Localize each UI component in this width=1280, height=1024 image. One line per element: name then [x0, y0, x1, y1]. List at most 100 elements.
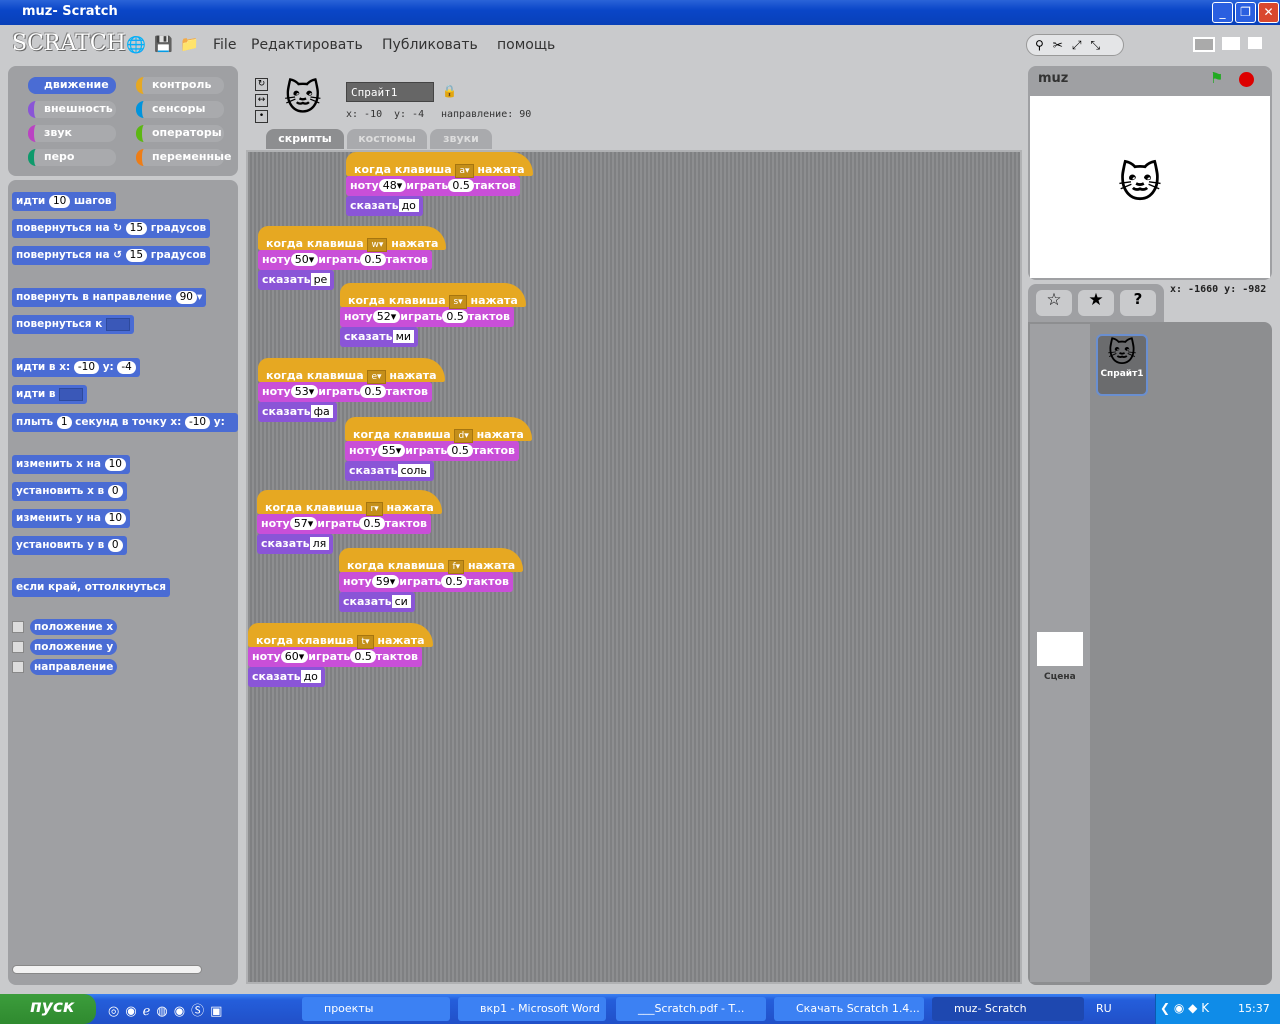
block-goto[interactable]: идти в — [12, 385, 88, 404]
quick-launch-icons[interactable]: ◎◉ℯ◍◉Ⓢ▣ — [108, 1000, 228, 1019]
scripts-area[interactable]: когда клавиша a▾ нажата ноту 48▾ играть … — [246, 150, 1022, 984]
play-note-block[interactable]: ноту 50▾ играть 0.5 тактов — [258, 250, 432, 270]
cat-sprite[interactable]: 🐱 — [1118, 158, 1162, 207]
beats-input[interactable]: 0.5 — [447, 444, 473, 457]
when-key-pressed-block[interactable]: когда клавиша d▾ нажата — [345, 417, 532, 443]
note-input[interactable]: 60▾ — [280, 650, 309, 663]
maximize-button[interactable]: ❐ — [1235, 2, 1256, 23]
checkbox-x-position[interactable] — [12, 621, 24, 633]
say-block[interactable]: сказать си — [339, 592, 415, 612]
save-icon[interactable]: 💾 — [154, 35, 173, 53]
note-input[interactable]: 59▾ — [371, 575, 400, 588]
language-indicator[interactable]: RU — [1096, 1002, 1112, 1015]
block-goto-xy[interactable]: идти в x: -10 y: -4 — [12, 358, 140, 377]
task-projects[interactable]: проекты — [302, 997, 450, 1021]
beats-input[interactable]: 0.5 — [360, 253, 386, 266]
beats-input[interactable]: 0.5 — [350, 650, 376, 663]
note-input[interactable]: 57▾ — [289, 517, 318, 530]
flip-style-icon[interactable]: ↔ — [255, 94, 268, 107]
lock-icon[interactable]: 🔒 — [442, 84, 457, 98]
block-change-y[interactable]: изменить y на 10 — [12, 509, 131, 528]
say-block[interactable]: сказать соль — [345, 461, 434, 481]
presentation-mode-icon[interactable] — [1248, 37, 1262, 49]
category-7[interactable]: переменные — [136, 149, 231, 166]
when-key-pressed-block[interactable]: когда клавиша r▾ нажата — [257, 490, 442, 516]
block-set-x[interactable]: установить x в 0 — [12, 482, 127, 501]
category-0[interactable]: движение — [28, 77, 116, 94]
note-input[interactable]: 53▾ — [290, 385, 319, 398]
menu-edit[interactable]: Редактировать — [251, 37, 363, 53]
say-block[interactable]: сказать ре — [258, 270, 335, 290]
block-set-y[interactable]: установить y в 0 — [12, 536, 127, 555]
sprite-thumb-sprite1[interactable]: 🐱 Спрайт1 — [1096, 334, 1148, 396]
task-chrome[interactable]: Скачать Scratch 1.4... — [774, 997, 924, 1021]
script-key-w[interactable]: когда клавиша w▾ нажата ноту 50▾ играть … — [258, 226, 447, 290]
tab-scripts[interactable]: скрипты — [266, 129, 344, 149]
script-key-e[interactable]: когда клавиша e▾ нажата ноту 53▾ играть … — [258, 358, 445, 422]
script-key-d[interactable]: когда клавиша d▾ нажата ноту 55▾ играть … — [345, 417, 532, 481]
globe-icon[interactable]: 🌐 — [126, 35, 146, 54]
no-rotate-icon[interactable]: • — [255, 110, 268, 123]
say-input[interactable]: до — [300, 670, 321, 683]
stage[interactable]: 🐱 — [1030, 96, 1270, 278]
reporter-direction[interactable]: направление — [30, 659, 118, 675]
paint-new-sprite-icon[interactable]: ☆ — [1036, 290, 1072, 316]
task-pdf[interactable]: ___Scratch.pdf - T... — [616, 997, 766, 1021]
category-3[interactable]: сенсоры — [136, 101, 224, 118]
when-key-pressed-block[interactable]: когда клавиша w▾ нажата — [258, 226, 447, 252]
play-note-block[interactable]: ноту 57▾ играть 0.5 тактов — [257, 514, 431, 534]
small-stage-icon[interactable] — [1193, 37, 1215, 52]
category-5[interactable]: операторы — [136, 125, 224, 142]
block-change-x[interactable]: изменить x на 10 — [12, 455, 130, 474]
choose-sprite-file-icon[interactable]: ★ — [1078, 290, 1114, 316]
say-block[interactable]: сказать ми — [340, 327, 419, 347]
block-move-steps[interactable]: идти 10 шагов — [12, 192, 116, 211]
block-turn-right[interactable]: повернуться на ↻ 15 градусов — [12, 219, 211, 238]
say-block[interactable]: сказать до — [248, 667, 325, 687]
play-note-block[interactable]: ноту 60▾ играть 0.5 тактов — [248, 647, 422, 667]
task-scratch[interactable]: muz- Scratch — [932, 997, 1084, 1021]
stage-thumbnail[interactable] — [1037, 632, 1083, 666]
sprite-name-field[interactable]: Спрайт1 — [346, 82, 434, 102]
menu-help[interactable]: помощь — [497, 37, 555, 53]
say-input[interactable]: соль — [397, 464, 430, 477]
play-note-block[interactable]: ноту 55▾ играть 0.5 тактов — [345, 441, 519, 461]
say-input[interactable]: ре — [310, 273, 331, 286]
beats-input[interactable]: 0.5 — [448, 179, 474, 192]
share-icon[interactable]: 📁 — [180, 35, 199, 53]
close-button[interactable]: ✕ — [1258, 2, 1279, 23]
menu-share[interactable]: Публиковать — [382, 37, 478, 53]
menu-file[interactable]: File — [213, 37, 236, 53]
say-input[interactable]: ля — [309, 537, 330, 550]
normal-stage-icon[interactable] — [1222, 37, 1240, 50]
script-key-r[interactable]: когда клавиша r▾ нажата ноту 57▾ играть … — [257, 490, 442, 554]
when-key-pressed-block[interactable]: когда клавиша t▾ нажата — [248, 623, 433, 649]
category-4[interactable]: звук — [28, 125, 116, 142]
play-note-block[interactable]: ноту 52▾ играть 0.5 тактов — [340, 307, 514, 327]
checkbox-direction[interactable] — [12, 661, 24, 673]
minimize-button[interactable]: _ — [1212, 2, 1233, 23]
tab-sounds[interactable]: звуки — [430, 129, 492, 149]
rotate-style-icon[interactable]: ↻ — [255, 78, 268, 91]
block-point-direction[interactable]: повернуть в направление 90 ▾ — [12, 288, 207, 307]
green-flag-icon[interactable]: ⚑ — [1210, 69, 1223, 87]
cursor-tools[interactable]: ⚲✂⤢⤡ — [1026, 34, 1124, 56]
play-note-block[interactable]: ноту 53▾ играть 0.5 тактов — [258, 382, 432, 402]
say-block[interactable]: сказать до — [346, 196, 423, 216]
stop-icon[interactable] — [1239, 72, 1254, 87]
play-note-block[interactable]: ноту 59▾ играть 0.5 тактов — [339, 572, 513, 592]
tab-costumes[interactable]: костюмы — [347, 129, 427, 149]
random-sprite-icon[interactable]: ? — [1120, 290, 1156, 316]
when-key-pressed-block[interactable]: когда клавиша a▾ нажата — [346, 152, 533, 178]
block-bounce[interactable]: если край, оттолкнуться — [12, 578, 170, 597]
block-glide[interactable]: плыть 1 секунд в точку x: -10 y: — [12, 413, 238, 432]
checkbox-y-position[interactable] — [12, 641, 24, 653]
note-input[interactable]: 52▾ — [372, 310, 401, 323]
category-1[interactable]: контроль — [136, 77, 224, 94]
say-input[interactable]: ми — [392, 330, 415, 343]
task-word[interactable]: вкр1 - Microsoft Word — [458, 997, 606, 1021]
category-2[interactable]: внешность — [28, 101, 116, 118]
category-6[interactable]: перо — [28, 149, 116, 166]
script-key-a[interactable]: когда клавиша a▾ нажата ноту 48▾ играть … — [346, 152, 533, 216]
beats-input[interactable]: 0.5 — [441, 575, 467, 588]
